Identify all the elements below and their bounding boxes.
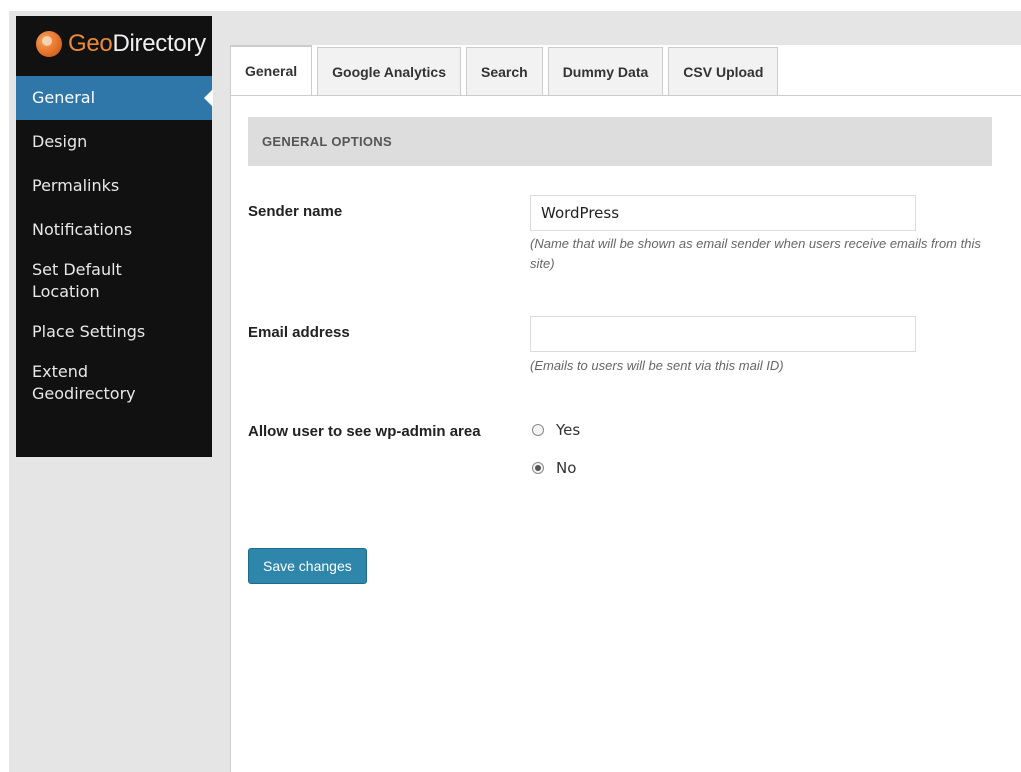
sidebar-item-general[interactable]: General: [16, 76, 213, 120]
sender-name-hint: (Name that will be shown as email sender…: [530, 236, 981, 271]
settings-tabs: General Google Analytics Search Dummy Da…: [230, 45, 783, 95]
radio-no-label: No: [556, 459, 577, 477]
radio-yes-label: Yes: [556, 421, 581, 439]
tab-general[interactable]: General: [230, 45, 313, 95]
tab-dummy-data[interactable]: Dummy Data: [547, 47, 664, 95]
tab-search[interactable]: Search: [465, 47, 543, 95]
email-address-input[interactable]: [530, 316, 916, 352]
sidebar-item-notifications[interactable]: Notifications: [16, 208, 212, 252]
sidebar-nav: General Design Permalinks Notifications …: [16, 76, 213, 412]
sidebar-item-label: Set Default Location: [32, 260, 122, 301]
settings-sidebar: General Design Permalinks Notifications …: [16, 16, 213, 457]
sidebar-item-permalinks[interactable]: Permalinks: [16, 164, 212, 208]
sidebar-item-place-settings[interactable]: Place Settings: [16, 310, 212, 354]
sender-name-label: Sender name: [248, 203, 343, 220]
sidebar-item-label: Notifications: [32, 220, 133, 239]
tab-google-analytics[interactable]: Google Analytics: [317, 47, 461, 95]
tab-divider: [230, 95, 1021, 96]
email-address-label: Email address: [248, 324, 350, 341]
sender-name-input[interactable]: [530, 195, 916, 231]
logo-text: GeoDirectory: [68, 30, 206, 58]
email-address-hint: (Emails to users will be sent via this m…: [530, 358, 784, 373]
globe-icon: [36, 31, 62, 57]
sidebar-item-label: Extend Geodirectory: [32, 362, 136, 403]
tab-csv-upload[interactable]: CSV Upload: [668, 47, 779, 95]
logo-suffix: Directory: [112, 30, 206, 57]
save-changes-button[interactable]: Save changes: [248, 548, 367, 584]
geodirectory-logo: GeoDirectory: [16, 16, 236, 72]
wp-admin-option-no[interactable]: No: [532, 459, 576, 477]
logo-prefix: Geo: [68, 30, 113, 57]
sidebar-item-extend-geodirectory[interactable]: Extend Geodirectory: [16, 354, 212, 412]
radio-no[interactable]: [532, 462, 544, 474]
wp-admin-option-yes[interactable]: Yes: [532, 421, 580, 439]
section-title: GENERAL OPTIONS: [248, 117, 992, 166]
sidebar-item-label: General: [32, 88, 96, 107]
radio-yes[interactable]: [532, 424, 544, 436]
sidebar-item-set-default-location[interactable]: Set Default Location: [16, 252, 212, 310]
sidebar-item-label: Permalinks: [32, 176, 120, 195]
sidebar-item-design[interactable]: Design: [16, 120, 212, 164]
sidebar-item-label: Place Settings: [32, 322, 146, 341]
sidebar-item-label: Design: [32, 132, 88, 151]
wp-admin-access-label: Allow user to see wp-admin area: [248, 423, 481, 440]
